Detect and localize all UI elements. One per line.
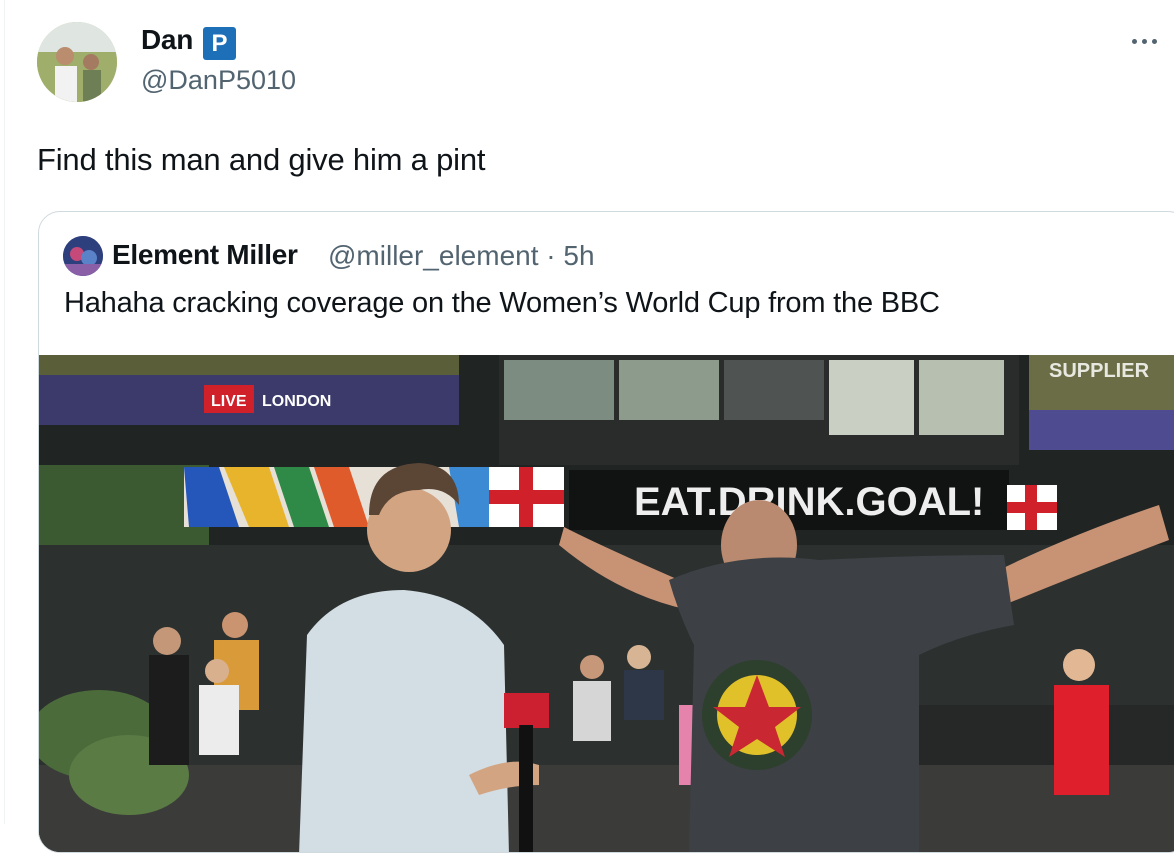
timeline-divider bbox=[4, 0, 5, 824]
quoted-tweet-card[interactable]: Element Miller @miller_element · 5h Haha… bbox=[38, 211, 1174, 853]
tweet-text: Find this man and give him a pint bbox=[37, 142, 486, 177]
more-horizontal-icon[interactable] bbox=[1132, 30, 1168, 52]
quoted-author-avatar[interactable] bbox=[63, 236, 103, 276]
live-label: LIVE bbox=[211, 393, 247, 410]
quoted-author-handle-time[interactable]: @miller_element · 5h bbox=[328, 240, 595, 272]
author-avatar[interactable] bbox=[37, 22, 117, 102]
supplier-sign: SUPPLIER bbox=[1049, 360, 1150, 382]
location-label: LONDON bbox=[262, 393, 331, 410]
author-display-name[interactable]: Dan bbox=[141, 24, 193, 56]
author-handle[interactable]: @DanP5010 bbox=[141, 65, 296, 96]
quoted-author-name[interactable]: Element Miller bbox=[112, 239, 298, 271]
author-badge: P bbox=[203, 27, 236, 60]
venue-banner: EAT.DRINK.GOAL! bbox=[634, 480, 984, 524]
quoted-video-media[interactable]: SUPPLIER EAT.DRINK.GOAL! LIVE LONDON bbox=[39, 355, 1174, 852]
quoted-tweet-text: Hahaha cracking coverage on the Women’s … bbox=[64, 287, 940, 319]
